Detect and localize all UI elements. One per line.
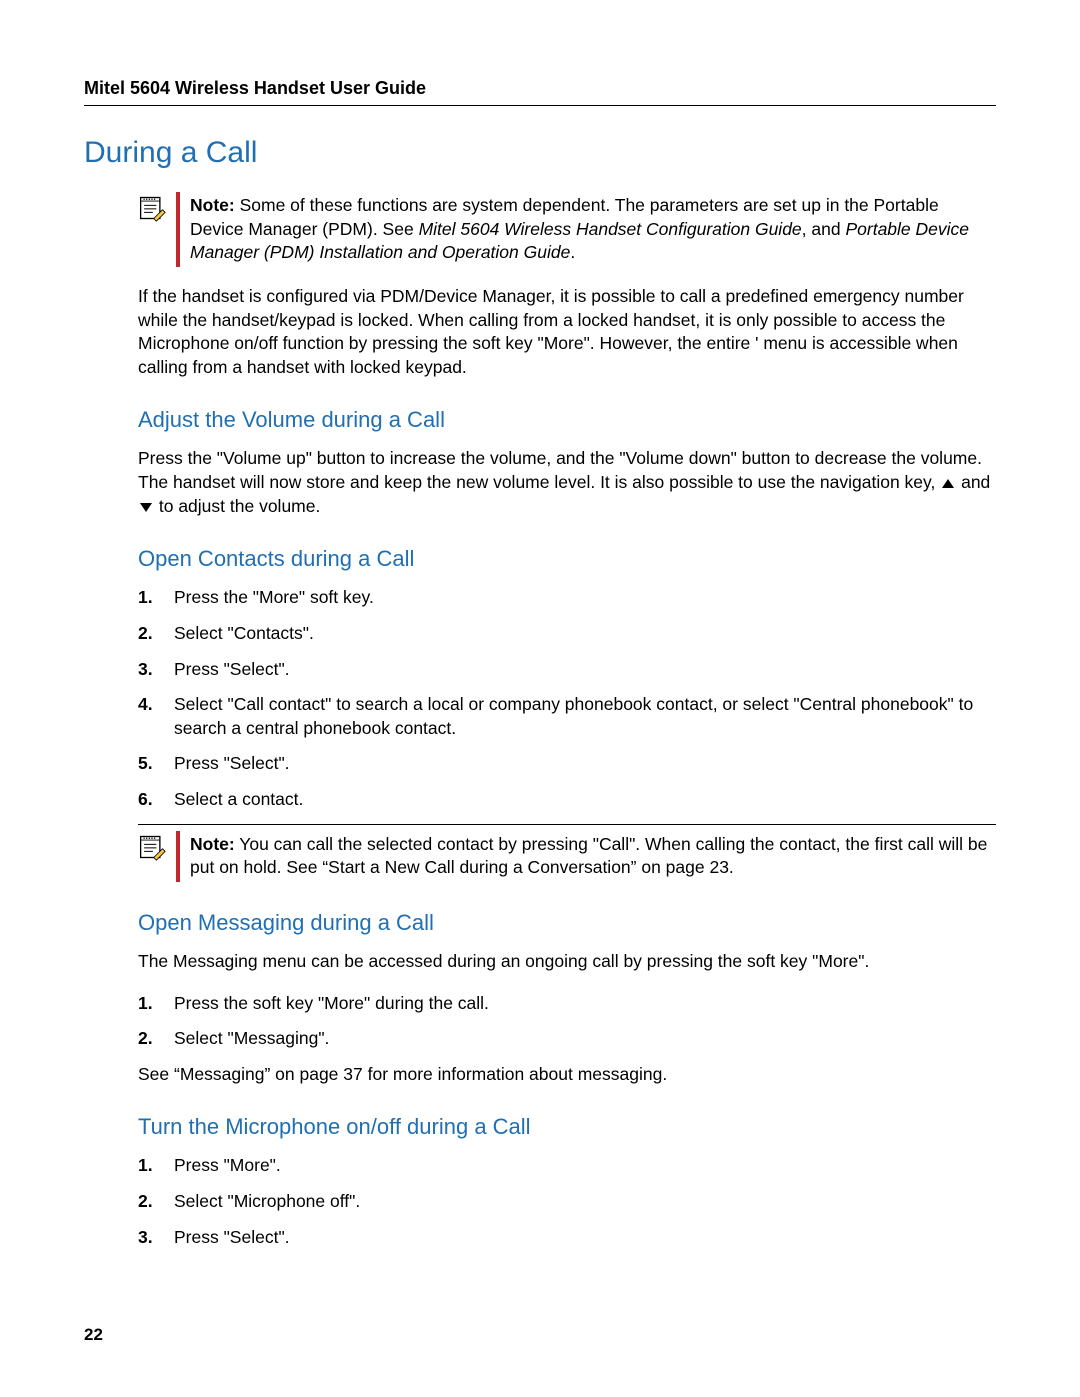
steps-open-messaging: 1. Press the soft key "More" during the c… bbox=[138, 992, 996, 1051]
step-number: 6. bbox=[138, 788, 160, 812]
note-body: You can call the selected contact by pre… bbox=[190, 834, 987, 878]
volume-text-a: Press the "Volume up" button to increase… bbox=[138, 448, 982, 492]
document-page: Mitel 5604 Wireless Handset User Guide D… bbox=[0, 0, 1080, 1397]
up-arrow-icon bbox=[942, 479, 954, 488]
list-item: 6. Select a contact. bbox=[138, 788, 996, 812]
step-text: Press the soft key "More" during the cal… bbox=[174, 992, 996, 1016]
step-text: Select "Contacts". bbox=[174, 622, 996, 646]
subheading-mic-onoff: Turn the Microphone on/off during a Call bbox=[138, 1114, 996, 1140]
section-body: Note: Some of these functions are system… bbox=[138, 192, 996, 1249]
volume-text-c: to adjust the volume. bbox=[154, 496, 320, 516]
list-item: 1. Press the "More" soft key. bbox=[138, 586, 996, 610]
step-text: Select "Microphone off". bbox=[174, 1190, 996, 1214]
note-icon bbox=[138, 831, 166, 882]
paragraph-messaging-ref: See “Messaging” on page 37 for more info… bbox=[138, 1063, 996, 1087]
subheading-open-contacts: Open Contacts during a Call bbox=[138, 546, 996, 572]
step-number: 1. bbox=[138, 1154, 160, 1178]
steps-mic-onoff: 1. Press "More". 2. Select "Microphone off… bbox=[138, 1154, 996, 1249]
down-arrow-icon bbox=[140, 503, 152, 512]
step-text: Press "Select". bbox=[174, 658, 996, 682]
step-number: 2. bbox=[138, 622, 160, 646]
volume-text-b: and bbox=[956, 472, 990, 492]
list-item: 2. Select "Microphone off". bbox=[138, 1190, 996, 1214]
step-number: 4. bbox=[138, 693, 160, 740]
step-number: 5. bbox=[138, 752, 160, 776]
step-text: Select "Messaging". bbox=[174, 1027, 996, 1051]
step-text: Press the "More" soft key. bbox=[174, 586, 996, 610]
list-item: 1. Press "More". bbox=[138, 1154, 996, 1178]
subheading-adjust-volume: Adjust the Volume during a Call bbox=[138, 407, 996, 433]
note-body-3: . bbox=[570, 242, 575, 262]
list-item: 1. Press the soft key "More" during the c… bbox=[138, 992, 996, 1016]
list-item: 2. Select "Contacts". bbox=[138, 622, 996, 646]
note-text: Note: Some of these functions are system… bbox=[190, 192, 996, 267]
list-item: 2. Select "Messaging". bbox=[138, 1027, 996, 1051]
note-accent-bar bbox=[176, 831, 180, 882]
running-header: Mitel 5604 Wireless Handset User Guide bbox=[84, 78, 996, 99]
subheading-open-messaging: Open Messaging during a Call bbox=[138, 910, 996, 936]
note-block: Note: You can call the selected contact … bbox=[138, 831, 996, 882]
note-text: Note: You can call the selected contact … bbox=[190, 831, 996, 882]
list-item: 4. Select "Call contact" to search a loca… bbox=[138, 693, 996, 740]
steps-open-contacts: 1. Press the "More" soft key. 2. Select "C… bbox=[138, 586, 996, 811]
paragraph-volume: Press the "Volume up" button to increase… bbox=[138, 447, 996, 518]
note-block: Note: Some of these functions are system… bbox=[138, 192, 996, 267]
note-label: Note: bbox=[190, 195, 235, 215]
step-text: Press "Select". bbox=[174, 1226, 996, 1250]
step-text: Select "Call contact" to search a local … bbox=[174, 693, 996, 740]
note-ref-1: Mitel 5604 Wireless Handset Configuratio… bbox=[419, 219, 802, 239]
page-number: 22 bbox=[84, 1325, 103, 1345]
step-number: 2. bbox=[138, 1190, 160, 1214]
note-icon bbox=[138, 192, 166, 267]
step-number: 2. bbox=[138, 1027, 160, 1051]
step-text: Press "Select". bbox=[174, 752, 996, 776]
list-item: 5. Press "Select". bbox=[138, 752, 996, 776]
step-text: Press "More". bbox=[174, 1154, 996, 1178]
step-number: 1. bbox=[138, 992, 160, 1016]
list-item: 3. Press "Select". bbox=[138, 658, 996, 682]
section-heading-during-a-call: During a Call bbox=[84, 136, 996, 170]
paragraph-locked-handset: If the handset is configured via PDM/Dev… bbox=[138, 285, 996, 380]
header-rule bbox=[84, 105, 996, 106]
step-number: 3. bbox=[138, 658, 160, 682]
note-label: Note: bbox=[190, 834, 235, 854]
paragraph-messaging-intro: The Messaging menu can be accessed durin… bbox=[138, 950, 996, 974]
note-body-2: , and bbox=[802, 219, 846, 239]
step-number: 1. bbox=[138, 586, 160, 610]
step-text: Select a contact. bbox=[174, 788, 996, 812]
step-number: 3. bbox=[138, 1226, 160, 1250]
note-accent-bar bbox=[176, 192, 180, 267]
note-top-rule bbox=[138, 824, 996, 825]
list-item: 3. Press "Select". bbox=[138, 1226, 996, 1250]
